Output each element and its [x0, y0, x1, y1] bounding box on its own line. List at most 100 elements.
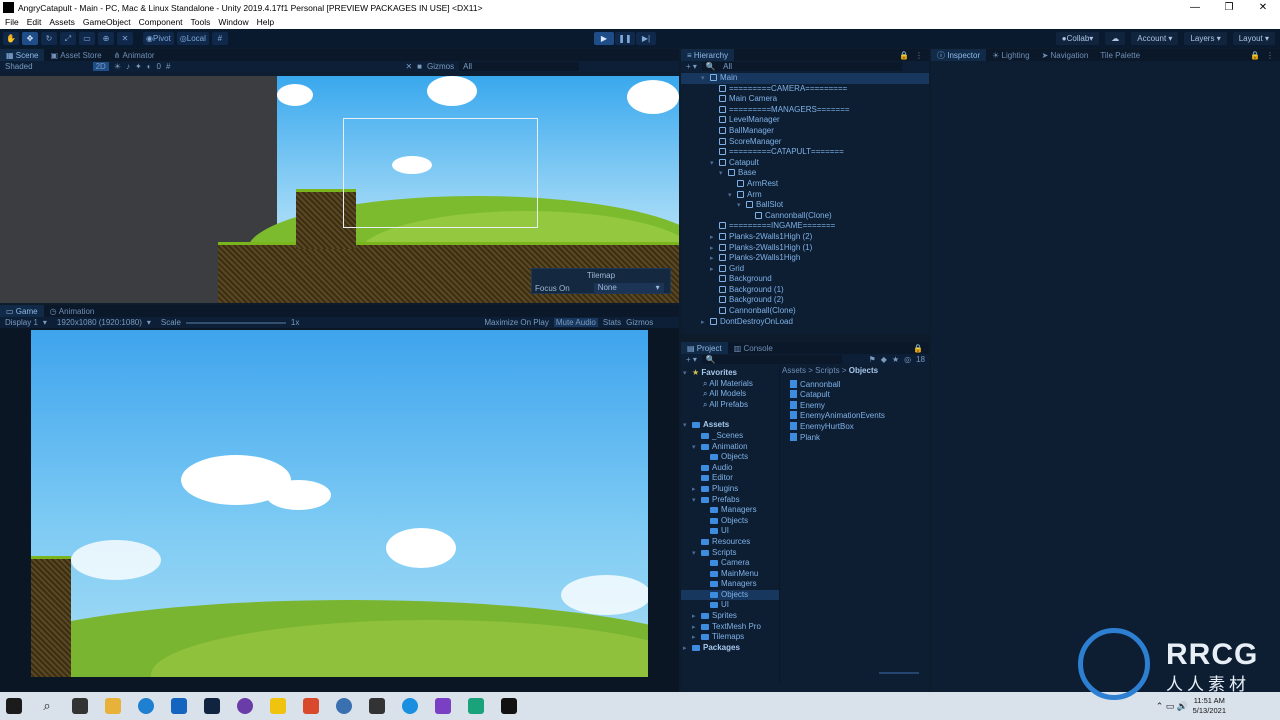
tab-console[interactable]: ▥ Console — [728, 342, 779, 354]
script-file-item[interactable]: Catapult — [790, 390, 929, 401]
menu-file[interactable]: File — [5, 17, 19, 27]
tab-inspector[interactable]: ⓘ Inspector — [931, 49, 987, 61]
folder-item[interactable]: ▸ Sprites — [681, 611, 779, 622]
hierarchy-item[interactable]: =========MANAGERS======= — [681, 105, 929, 116]
maps-icon[interactable] — [171, 698, 187, 714]
favorite-item[interactable]: ⌕ All Prefabs — [681, 400, 779, 411]
filter-icon[interactable]: ⚑ — [869, 355, 876, 364]
close-button[interactable]: ✕ — [1246, 2, 1280, 13]
script-file-item[interactable]: Enemy — [790, 400, 929, 412]
folder-item[interactable]: Managers — [681, 579, 779, 590]
stats-toggle[interactable]: Stats — [603, 318, 621, 327]
hierarchy-item[interactable]: ▾ Main — [681, 73, 929, 84]
tab-navigation[interactable]: ➤ Navigation — [1036, 49, 1095, 61]
folder-item[interactable]: Objects — [681, 516, 779, 527]
tab-scene[interactable]: ▦ Scene — [0, 49, 45, 61]
folder-item[interactable]: ▾ Prefabs — [681, 495, 779, 506]
hierarchy-item[interactable]: ScoreManager — [681, 137, 929, 148]
snip-icon[interactable] — [303, 698, 319, 714]
hierarchy-item[interactable]: ▾ Base — [681, 168, 929, 179]
add-icon[interactable]: + ▾ — [686, 355, 697, 364]
audio-icon[interactable]: ♪ — [126, 62, 130, 71]
pivot-toggle[interactable]: ◉ Pivot — [143, 32, 174, 45]
game-gizmos-dropdown[interactable]: Gizmos — [626, 318, 653, 327]
rect-tool-icon[interactable]: ▭ — [79, 32, 95, 45]
folder-item[interactable]: ▸ Packages — [681, 643, 779, 654]
firefox-icon[interactable] — [237, 698, 253, 714]
breadcrumb-scripts[interactable]: Scripts — [815, 366, 839, 375]
menu-gameobject[interactable]: GameObject — [83, 17, 131, 27]
folder-item[interactable]: ▾ Animation — [681, 442, 779, 453]
layout-dropdown[interactable]: Layout ▾ — [1232, 32, 1275, 45]
script-file-item[interactable]: Cannonball — [790, 379, 929, 391]
favorites-header[interactable]: ▾ ★ Favorites — [681, 368, 779, 379]
folder-item[interactable]: Audio — [681, 463, 779, 474]
hierarchy-item[interactable]: Background (1) — [681, 285, 929, 296]
lock-icon[interactable]: 🔒 — [899, 51, 909, 60]
add-icon[interactable]: + ▾ — [686, 62, 697, 71]
folder-item[interactable]: Objects — [681, 452, 779, 463]
hierarchy-item[interactable]: =========CAMERA========= — [681, 84, 929, 95]
edge-icon[interactable] — [138, 698, 154, 714]
hierarchy-item[interactable]: Main Camera — [681, 94, 929, 105]
controller-icon[interactable] — [369, 698, 385, 714]
hierarchy-item[interactable]: Cannonball(Clone) — [681, 306, 929, 317]
sticky-notes-icon[interactable] — [270, 698, 286, 714]
label-icon[interactable]: ◆ — [881, 355, 887, 364]
folder-item[interactable]: Objects — [681, 589, 779, 601]
hierarchy-item[interactable]: ▾ BallSlot — [681, 200, 929, 211]
visual-studio-icon[interactable] — [435, 698, 451, 714]
steam-icon[interactable] — [204, 698, 220, 714]
hierarchy-item[interactable]: ▸ Planks-2Walls1High (1) — [681, 243, 929, 254]
scale-slider[interactable] — [185, 321, 286, 324]
star-icon[interactable]: ★ — [892, 355, 899, 364]
collab-dropdown[interactable]: ● Collab ▾ — [1055, 32, 1100, 45]
folder-item[interactable]: Editor — [681, 473, 779, 484]
tab-project[interactable]: ▤ Project — [681, 342, 728, 354]
tab-game[interactable]: ▭ Game — [0, 305, 44, 317]
hierarchy-item[interactable]: ▸ Planks-2Walls1High — [681, 253, 929, 264]
shading-dropdown[interactable]: Shaded — [5, 62, 33, 71]
script-file-item[interactable]: EnemyAnimationEvents — [790, 411, 929, 422]
hierarchy-item[interactable]: BallManager — [681, 126, 929, 137]
tab-tile-palette[interactable]: Tile Palette — [1094, 49, 1146, 61]
skype-icon[interactable] — [402, 698, 418, 714]
folder-item[interactable]: Managers — [681, 505, 779, 516]
clock[interactable]: 11:51 AM 5/13/2021 — [1193, 696, 1226, 716]
favorite-item[interactable]: ⌕ All Materials — [681, 379, 779, 390]
display-dropdown[interactable]: Display 1 — [5, 318, 38, 327]
obs-icon[interactable] — [336, 698, 352, 714]
hierarchy-search-input[interactable]: 🔍 All — [701, 62, 902, 71]
hierarchy-item[interactable]: LevelManager — [681, 115, 929, 126]
lighting-icon[interactable]: ☀ — [114, 62, 121, 71]
camera-icon[interactable]: ■ — [417, 62, 422, 71]
pause-button[interactable]: ❚❚ — [615, 32, 635, 45]
folder-item[interactable]: Camera — [681, 558, 779, 569]
hierarchy-item[interactable]: =========CATAPULT======= — [681, 147, 929, 158]
tab-animator[interactable]: ⋔ Animator — [108, 49, 161, 61]
tab-lighting[interactable]: ☀ Lighting — [986, 49, 1035, 61]
step-button[interactable]: ▶| — [636, 32, 656, 45]
grid-icon[interactable]: # — [166, 62, 170, 71]
account-dropdown[interactable]: Account ▾ — [1131, 32, 1179, 45]
folder-item[interactable]: ▾ Scripts — [681, 548, 779, 559]
hand-tool-icon[interactable]: ✋ — [3, 32, 19, 45]
chevron-down-icon[interactable]: ▸ — [683, 644, 692, 655]
hierarchy-item[interactable]: ▾ Arm — [681, 190, 929, 201]
tray-icons[interactable]: ⌃ ▭ 🔊 — [1156, 701, 1188, 712]
scene-gizmos-dropdown[interactable]: Gizmos — [427, 62, 454, 71]
effects-icon[interactable]: ✦ — [135, 62, 142, 71]
maximize-on-play-toggle[interactable]: Maximize On Play — [484, 318, 548, 327]
folder-item[interactable]: Resources — [681, 537, 779, 548]
breadcrumb-assets[interactable]: Assets — [782, 366, 806, 375]
menu-component[interactable]: Component — [139, 17, 183, 27]
lock-icon[interactable]: 🔒 — [1250, 51, 1260, 60]
file-explorer-icon[interactable] — [105, 698, 121, 714]
folder-item[interactable]: ▸ TextMesh Pro — [681, 622, 779, 633]
zoom-slider[interactable] — [879, 672, 919, 674]
scene-viewport[interactable]: Tilemap Focus On None ▾ — [0, 76, 679, 303]
play-button[interactable]: ▶ — [594, 32, 614, 45]
hierarchy-item[interactable]: ▾ Catapult — [681, 158, 929, 169]
grid-snap-icon[interactable]: # — [211, 32, 228, 45]
folder-item[interactable]: ▾ Assets — [681, 420, 779, 431]
